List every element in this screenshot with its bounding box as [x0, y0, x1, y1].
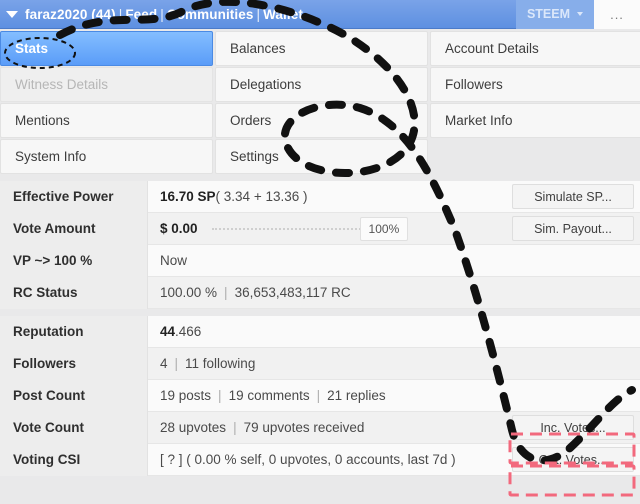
row-label: RC Status [0, 276, 148, 309]
nav-link-feed[interactable]: Feed [125, 7, 157, 22]
caret-down-icon[interactable] [6, 10, 18, 18]
tab-placeholder [430, 139, 640, 174]
tab-settings[interactable]: Settings [215, 139, 428, 174]
row-value: 100.00 % | 36,653,483,117 RC [148, 285, 640, 300]
simulate-sp-button[interactable]: Simulate SP... [512, 184, 634, 209]
comments-count: 19 comments [228, 388, 310, 403]
overflow-menu-button[interactable]: ... [594, 0, 640, 29]
row-rc-status: RC Status 100.00 % | 36,653,483,117 RC [0, 276, 640, 309]
currency-selector[interactable]: STEEM [515, 0, 594, 29]
vote-weight-slider[interactable]: 100% [211, 216, 409, 241]
tab-balances[interactable]: Balances [215, 31, 428, 66]
row-label: Post Count [0, 379, 148, 412]
currency-label: STEEM [526, 7, 570, 21]
tab-witness-details: Witness Details [0, 67, 213, 102]
effective-power-amount: 16.70 SP [160, 189, 216, 204]
value-separator: | [218, 388, 222, 403]
nav-link-wallet[interactable]: Wallet [263, 7, 303, 22]
row-vote-amount: Vote Amount $ 0.00 100% Sim. Payout... [0, 212, 640, 245]
following-count: 11 following [185, 356, 256, 371]
sim-payout-button[interactable]: Sim. Payout... [512, 216, 634, 241]
tab-orders[interactable]: Orders [215, 103, 428, 138]
caret-down-small-icon [577, 12, 583, 16]
row-label: Voting CSI [0, 443, 148, 476]
posts-count: 19 posts [160, 388, 212, 403]
header-navigation: faraz2020 (44) | Feed | Communities | Wallet [25, 7, 303, 22]
slider-track[interactable] [211, 227, 364, 230]
tab-grid: Stats Balances Account Details Witness D… [0, 29, 640, 174]
vp-recharge-value: Now [160, 253, 188, 268]
row-label: Reputation [0, 315, 148, 348]
tab-delegations[interactable]: Delegations [215, 67, 428, 102]
row-label: Vote Count [0, 411, 148, 444]
row-value: 44.466 [148, 324, 640, 339]
vote-amount-value: $ 0.00 [160, 221, 198, 236]
nav-separator-1: | [118, 6, 123, 22]
tab-mentions[interactable]: Mentions [0, 103, 213, 138]
rc-percent: 100.00 % [160, 285, 218, 300]
row-label: Followers [0, 347, 148, 380]
value-separator-2: | [316, 388, 321, 403]
incoming-votes-button[interactable]: Inc. Votes... [512, 415, 634, 440]
row-reputation: Reputation 44.466 [0, 315, 640, 348]
tab-system-info[interactable]: System Info [0, 139, 213, 174]
upvotes-received: 79 upvotes received [243, 420, 365, 435]
stats-group-two: Reputation 44.466 Followers 4 | 11 followi… [0, 315, 640, 476]
value-separator: | [224, 285, 228, 300]
row-post-count: Post Count 19 posts | 19 comments | 21 repli… [0, 379, 640, 412]
row-value: Now [148, 253, 640, 268]
upvotes-given: 28 upvotes [160, 420, 227, 435]
row-value: 4 | 11 following [148, 356, 640, 371]
app-window: faraz2020 (44) | Feed | Communities | Wallet S… [0, 0, 640, 504]
value-separator: | [174, 356, 179, 371]
outgoing-votes-button[interactable]: Out. Votes... [512, 447, 634, 472]
replies-count: 21 replies [327, 388, 386, 403]
row-voting-csi: Voting CSI [ ? ] ( 0.00 % self, 0 upvote… [0, 443, 640, 476]
account-name[interactable]: faraz2020 (44) [25, 7, 116, 22]
tab-stats[interactable]: Stats [0, 31, 213, 66]
row-followers: Followers 4 | 11 following [0, 347, 640, 380]
reputation-frac: .466 [175, 324, 202, 339]
followers-count: 4 [160, 356, 168, 371]
tab-market-info[interactable]: Market Info [430, 103, 640, 138]
row-label: Effective Power [0, 180, 148, 213]
top-header-bar: faraz2020 (44) | Feed | Communities | Wallet S… [0, 0, 640, 29]
reputation-int: 44 [160, 324, 176, 339]
effective-power-breakdown: ( 3.34 + 13.36 ) [215, 189, 308, 204]
row-label: VP ~> 100 % [0, 244, 148, 277]
nav-link-communities[interactable]: Communities [167, 7, 254, 22]
rc-amount: 36,653,483,117 RC [234, 285, 351, 300]
stats-group-one: Effective Power 16.70 SP ( 3.34 + 13.36 … [0, 180, 640, 309]
nav-separator-2: | [160, 6, 164, 22]
nav-separator-3: | [256, 6, 261, 22]
tab-account-details[interactable]: Account Details [430, 31, 640, 66]
value-separator: | [233, 420, 237, 435]
tab-followers[interactable]: Followers [430, 67, 640, 102]
row-effective-power: Effective Power 16.70 SP ( 3.34 + 13.36 … [0, 180, 640, 213]
slider-handle[interactable]: 100% [359, 216, 409, 241]
voting-csi-value: [ ? ] ( 0.00 % self, 0 upvotes, 0 accoun… [160, 452, 456, 467]
row-vp-recharge: VP ~> 100 % Now [0, 244, 640, 277]
row-label: Vote Amount [0, 212, 148, 245]
row-value: 19 posts | 19 comments | 21 replies [148, 388, 640, 403]
row-vote-count: Vote Count 28 upvotes | 79 upvotes receive… [0, 411, 640, 444]
